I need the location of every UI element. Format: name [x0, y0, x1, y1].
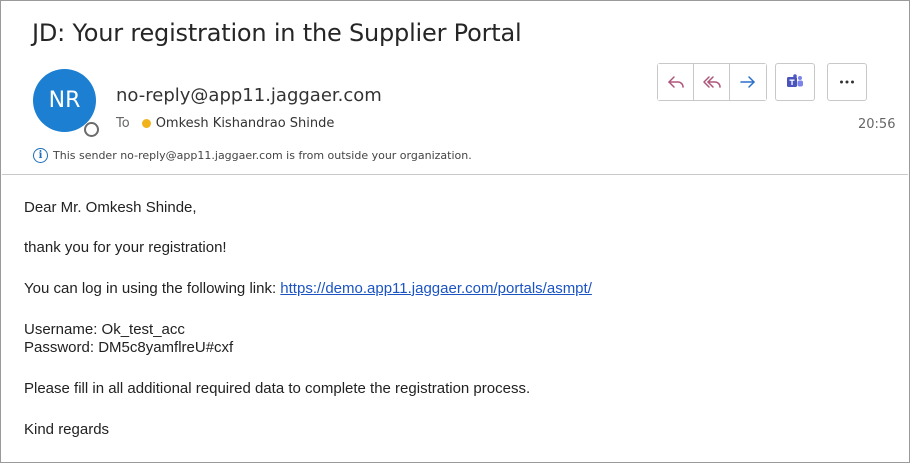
info-icon: i: [33, 148, 48, 163]
instructions-text: Please fill in all additional required d…: [24, 380, 531, 397]
closing-text: Kind regards: [24, 421, 110, 438]
email-reading-pane: JD: Your registration in the Supplier Po…: [0, 0, 910, 463]
reply-all-icon: [702, 76, 721, 88]
more-actions-button[interactable]: [827, 63, 867, 101]
recipient-presence-icon: [141, 119, 151, 128]
login-text: You can log in using the following link:: [24, 280, 281, 297]
portal-login-link[interactable]: https://demo.app11.jaggaer.com/portals/a…: [280, 280, 592, 297]
greeting-text: Dear Mr. Omkesh Shinde,: [24, 199, 197, 216]
avatar-initials: NR: [48, 88, 81, 113]
sender-address[interactable]: no-reply@app11.jaggaer.com: [116, 85, 382, 106]
forward-button[interactable]: [730, 64, 766, 100]
thanks-text: thank you for your registration!: [24, 239, 227, 256]
credentials-block: Username: Ok_test_acc Password: DM5c8yam…: [24, 321, 233, 357]
recipient-row: To Omkesh Kishandrao Shinde: [116, 116, 334, 131]
reply-all-button[interactable]: [694, 64, 730, 100]
external-sender-notice: i This sender no-reply@app11.jaggaer.com…: [33, 148, 472, 163]
recipient-name[interactable]: Omkesh Kishandrao Shinde: [156, 116, 335, 131]
external-sender-text: This sender no-reply@app11.jaggaer.com i…: [53, 149, 472, 162]
username-line: Username: Ok_test_acc: [24, 321, 185, 338]
presence-status-icon: [84, 122, 99, 137]
teams-icon: [787, 74, 803, 87]
reply-button[interactable]: [658, 64, 694, 100]
password-line: Password: DM5c8yamflreU#cxf: [24, 339, 234, 356]
received-time: 20:56: [858, 117, 896, 132]
email-subject: JD: Your registration in the Supplier Po…: [32, 19, 522, 47]
login-paragraph: You can log in using the following link:…: [24, 280, 592, 298]
more-icon: [840, 80, 854, 84]
to-label: To: [116, 116, 130, 131]
forward-icon: [740, 76, 755, 88]
message-actions-toolbar: [657, 63, 867, 101]
share-to-teams-button[interactable]: [775, 63, 815, 101]
reply-button-group: [657, 63, 767, 101]
reply-icon: [667, 76, 684, 88]
header-divider: [2, 174, 908, 175]
